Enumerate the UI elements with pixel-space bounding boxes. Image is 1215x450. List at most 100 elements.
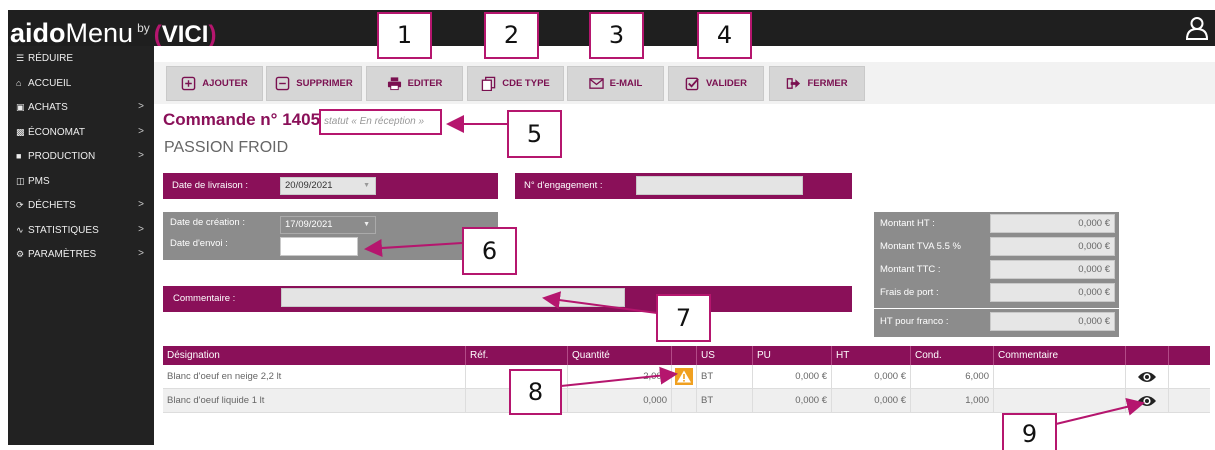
gear-icon: ⚙ bbox=[16, 249, 25, 259]
sidebar-item-parametres[interactable]: ⚙ PARAMÈTRES > bbox=[8, 242, 154, 267]
sidebar-item-statistiques[interactable]: ∿ STATISTIQUES > bbox=[8, 218, 154, 243]
send-date-field[interactable] bbox=[280, 237, 358, 256]
plus-box-icon bbox=[182, 76, 196, 91]
user-icon[interactable] bbox=[1185, 16, 1209, 40]
cart-icon: ▣ bbox=[16, 102, 25, 112]
chevron-down-icon: ▼ bbox=[363, 221, 370, 228]
order-title: Commande n° 1405 bbox=[163, 110, 321, 129]
doc-icon: ◫ bbox=[16, 175, 25, 186]
main-content: AJOUTER SUPPRIMER EDITER CDE TYPE E-MAIL… bbox=[154, 46, 1215, 445]
recycle-icon: ⟳ bbox=[16, 200, 24, 210]
cell-quantite[interactable]: 2,000 bbox=[567, 365, 671, 389]
fermer-button[interactable]: FERMER bbox=[769, 66, 865, 101]
col-quantite[interactable]: Quantité bbox=[567, 346, 610, 365]
supprimer-button[interactable]: SUPPRIMER bbox=[266, 66, 362, 101]
total-label: Montant TTC : bbox=[880, 264, 941, 275]
callout-6: 6 bbox=[462, 227, 517, 275]
engagement-bar: N° d'engagement : bbox=[515, 173, 852, 199]
col-commentaire[interactable]: Commentaire bbox=[993, 346, 1058, 365]
sidebar-item-achats[interactable]: ▣ ACHATS > bbox=[8, 95, 154, 120]
callout-2: 2 bbox=[484, 12, 539, 59]
sidebar-item-dechets[interactable]: ⟳ DÉCHETS > bbox=[8, 193, 154, 218]
delivery-date-bar: Date de livraison : 20/09/2021 ▼ bbox=[163, 173, 498, 199]
cell-cond: 1,000 bbox=[910, 389, 993, 413]
minus-box-icon bbox=[275, 76, 290, 91]
sidebar-item-pms[interactable]: ◫ PMS bbox=[8, 169, 154, 194]
totals-divider bbox=[874, 308, 1119, 309]
app-logo[interactable]: aidoMenu by (VICI) bbox=[10, 13, 216, 50]
sidebar: ☰ RÉDUIRE ⌂ ACCUEIL ▣ ACHATS > ▩ ÉCONOMAT > ■ P… bbox=[8, 46, 154, 445]
sidebar-item-reduire[interactable]: ☰ RÉDUIRE bbox=[8, 46, 154, 71]
table-row[interactable]: Blanc d'oeuf liquide 1 lt 0,000 BT 0,000… bbox=[163, 389, 1210, 413]
menu-icon: ☰ bbox=[16, 53, 25, 63]
chevron-right-icon: > bbox=[138, 248, 144, 259]
send-date-label: Date d'envoi : bbox=[170, 238, 228, 249]
col-pu[interactable]: PU bbox=[752, 346, 771, 365]
col-us[interactable]: US bbox=[696, 346, 715, 365]
email-button[interactable]: E-MAIL bbox=[567, 66, 664, 101]
col-designation[interactable]: Désignation bbox=[163, 346, 220, 365]
table-row[interactable]: Blanc d'oeuf en neige 2,2 lt 2,000 BT 0,… bbox=[163, 365, 1210, 389]
editer-button[interactable]: EDITER bbox=[366, 66, 463, 101]
cell-us: BT bbox=[696, 365, 752, 389]
total-value: 0,000 € bbox=[990, 237, 1115, 256]
col-ht[interactable]: HT bbox=[831, 346, 849, 365]
logo-mark: by bbox=[137, 21, 150, 35]
callout-1: 1 bbox=[377, 12, 432, 59]
cell-designation: Blanc d'oeuf liquide 1 lt bbox=[167, 395, 265, 406]
cell-quantite[interactable]: 0,000 bbox=[567, 389, 671, 413]
checkbox-icon bbox=[685, 77, 699, 91]
delivery-date-field[interactable]: 20/09/2021 ▼ bbox=[280, 177, 376, 195]
comment-label: Commentaire : bbox=[173, 293, 236, 304]
chevron-right-icon: > bbox=[138, 223, 144, 235]
callout-9: 9 bbox=[1002, 413, 1057, 450]
cell-commentaire[interactable] bbox=[993, 365, 1125, 389]
valider-button[interactable]: VALIDER bbox=[668, 66, 764, 101]
sidebar-item-economat[interactable]: ▩ ÉCONOMAT > bbox=[8, 120, 154, 145]
cell-warning bbox=[671, 389, 696, 413]
dates-box: Date de création : 17/09/2021 ▼ Date d'en… bbox=[163, 212, 498, 260]
col-view bbox=[1125, 346, 1130, 365]
col-extra bbox=[1168, 346, 1173, 365]
cell-commentaire[interactable] bbox=[993, 389, 1125, 413]
engagement-label: N° d'engagement : bbox=[524, 180, 603, 191]
eye-icon[interactable] bbox=[1137, 394, 1157, 408]
sidebar-item-production[interactable]: ■ PRODUCTION > bbox=[8, 144, 154, 169]
sidebar-item-accueil[interactable]: ⌂ ACCUEIL bbox=[8, 71, 154, 96]
callout-3: 3 bbox=[589, 12, 644, 59]
cell-ht: 0,000 € bbox=[831, 389, 910, 413]
callout-4: 4 bbox=[697, 12, 752, 59]
franco-label: HT pour franco : bbox=[880, 316, 949, 327]
cell-view bbox=[1125, 365, 1168, 389]
chart-icon: ∿ bbox=[16, 224, 24, 235]
total-value: 0,000 € bbox=[990, 260, 1115, 279]
callout-5: 5 bbox=[507, 110, 562, 158]
table-header: Désignation Réf. Quantité US PU HT Cond.… bbox=[163, 346, 1210, 365]
callout-7: 7 bbox=[656, 294, 711, 342]
home-icon: ⌂ bbox=[16, 77, 22, 88]
order-status: statut « En réception » bbox=[319, 109, 442, 135]
col-cond[interactable]: Cond. bbox=[910, 346, 942, 365]
toolbar: AJOUTER SUPPRIMER EDITER CDE TYPE E-MAIL… bbox=[154, 62, 1215, 104]
cell-extra bbox=[1168, 389, 1210, 413]
truck-icon: ▩ bbox=[16, 126, 25, 137]
eye-icon[interactable] bbox=[1137, 370, 1157, 384]
printer-icon bbox=[387, 77, 401, 91]
cell-ht: 0,000 € bbox=[831, 365, 910, 389]
chevron-right-icon: > bbox=[138, 125, 144, 137]
col-ref[interactable]: Réf. bbox=[465, 346, 488, 365]
cell-warning bbox=[671, 365, 696, 389]
creation-date-field[interactable]: 17/09/2021 ▼ bbox=[280, 216, 376, 234]
callout-8: 8 bbox=[509, 369, 562, 415]
comment-field[interactable] bbox=[281, 288, 625, 307]
warning-icon[interactable] bbox=[675, 368, 693, 385]
cde-type-button[interactable]: CDE TYPE bbox=[467, 66, 564, 101]
cell-us: BT bbox=[696, 389, 752, 413]
ajouter-button[interactable]: AJOUTER bbox=[166, 66, 263, 101]
partner-logo: (VICI) bbox=[153, 21, 217, 48]
total-value: 0,000 € bbox=[990, 214, 1115, 233]
copy-icon bbox=[481, 76, 496, 91]
supplier-name: PASSION FROID bbox=[164, 139, 289, 156]
engagement-field[interactable] bbox=[636, 176, 803, 195]
envelope-icon bbox=[588, 78, 604, 89]
